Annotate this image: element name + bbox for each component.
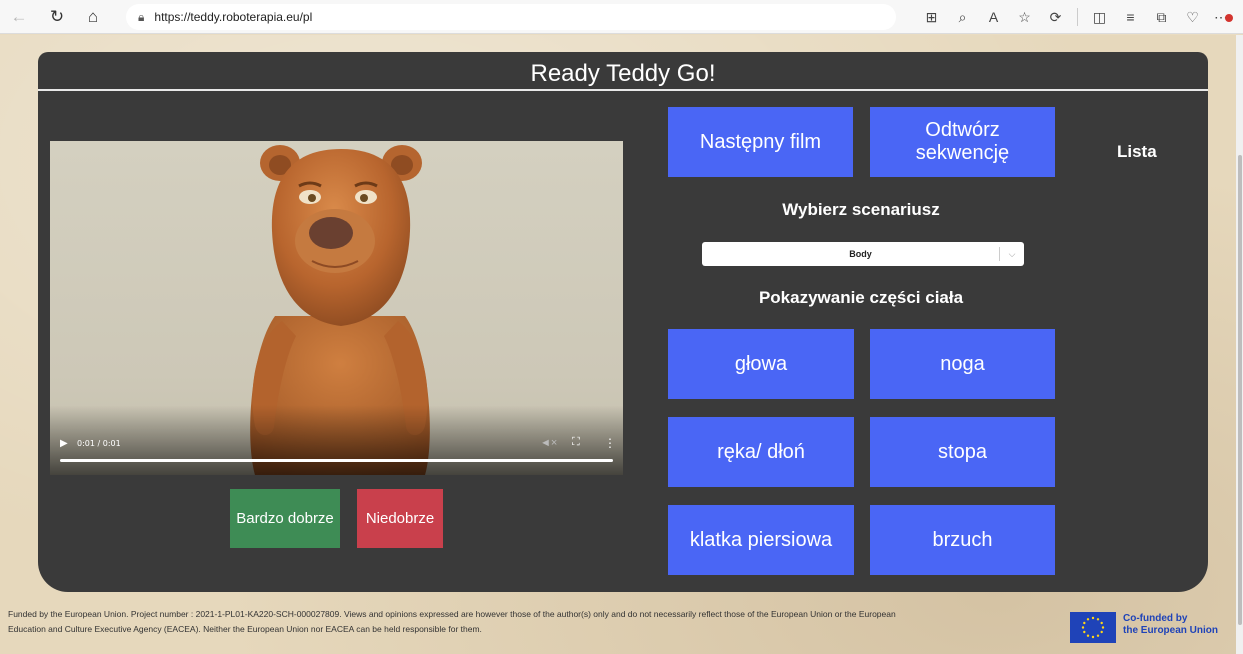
body-part-button-belly[interactable]: brzuch xyxy=(870,505,1055,575)
scenario-select[interactable]: Body ⌵ xyxy=(702,242,1024,266)
eu-cofunded-text: Co-funded by the European Union xyxy=(1123,613,1218,637)
very-good-button[interactable]: Bardzo dobrze xyxy=(230,489,340,548)
scrollbar-thumb[interactable] xyxy=(1238,155,1242,625)
body-part-button-leg[interactable]: noga xyxy=(870,329,1055,399)
url-text: https://teddy.roboterapia.eu/pl xyxy=(154,10,313,24)
body-part-button-head[interactable]: głowa xyxy=(668,329,854,399)
eu-flag-logo xyxy=(1070,612,1116,643)
zoom-icon[interactable]: ⌕ xyxy=(947,9,978,26)
fullscreen-icon[interactable]: ⛶ xyxy=(572,436,580,449)
chevron-down-icon: ⌵ xyxy=(1008,248,1016,259)
replay-sequence-button[interactable]: Odtwórz sekwencję xyxy=(870,107,1055,177)
body-part-button-foot[interactable]: stopa xyxy=(870,417,1055,487)
split-screen-icon[interactable]: ◫ xyxy=(1084,9,1115,26)
title-divider xyxy=(38,89,1208,91)
video-player[interactable]: ▶ 0:01 / 0:01 ◄× ⛶ ⋮ xyxy=(50,141,623,475)
scenario-label: Wybierz scenariusz xyxy=(782,200,940,219)
video-time: 0:01 / 0:01 xyxy=(77,439,121,448)
disclaimer-line-2: Education and Culture Executive Agency (… xyxy=(8,624,482,634)
read-aloud-icon[interactable]: A xyxy=(978,9,1009,25)
eu-stars-icon xyxy=(1081,616,1105,639)
toolbar-divider xyxy=(1077,8,1078,26)
main-panel: Ready Teddy Go! ▶ 0:01 / 0:01 ◄× ⛶ ⋮ Bar… xyxy=(38,52,1208,592)
address-bar[interactable]: 🔒︎ https://teddy.roboterapia.eu/pl xyxy=(126,4,896,30)
page-title: Ready Teddy Go! xyxy=(530,60,716,87)
not-good-button[interactable]: Niedobrze xyxy=(357,489,443,548)
notification-dot xyxy=(1225,13,1233,22)
mute-icon[interactable]: ◄× xyxy=(540,437,557,449)
section-label: Pokazywanie części ciała xyxy=(758,288,964,307)
collections-icon[interactable]: ⧉ xyxy=(1146,9,1177,26)
grid-icon[interactable]: ⊞ xyxy=(916,9,947,26)
browser-essentials-icon[interactable]: ♡ xyxy=(1177,9,1208,26)
extensions-icon[interactable]: ⟳ xyxy=(1040,9,1071,26)
favorite-icon[interactable]: ☆ xyxy=(1009,9,1040,26)
favorites-list-icon[interactable]: ≡ xyxy=(1115,9,1146,25)
body-part-button-hand[interactable]: ręka/ dłoń xyxy=(668,417,854,487)
scenario-select-value: Body xyxy=(849,249,872,259)
scrollbar[interactable] xyxy=(1236,35,1243,654)
browser-actions: ⊞ ⌕ A ☆ ⟳ ◫ ≡ ⧉ ♡ ⋯ xyxy=(916,4,1239,30)
video-controls: ▶ 0:01 / 0:01 ◄× ⛶ ⋮ xyxy=(50,435,623,475)
eu-text-line-2: the European Union xyxy=(1123,625,1218,636)
refresh-icon[interactable]: ↻ xyxy=(44,4,70,30)
back-icon[interactable]: ← xyxy=(6,4,32,30)
disclaimer-line-1: Funded by the European Union. Project nu… xyxy=(8,609,896,619)
browser-toolbar: ← ↻ ⌂ 🔒︎ https://teddy.roboterapia.eu/pl… xyxy=(0,0,1243,34)
home-icon[interactable]: ⌂ xyxy=(80,4,106,30)
lock-icon[interactable]: 🔒︎ xyxy=(138,10,144,25)
list-link[interactable]: Lista xyxy=(1117,142,1157,162)
video-more-icon[interactable]: ⋮ xyxy=(604,436,616,450)
play-icon[interactable]: ▶ xyxy=(60,438,68,449)
body-part-button-chest[interactable]: klatka piersiowa xyxy=(668,505,854,575)
video-progress-bar[interactable] xyxy=(60,459,613,462)
more-icon[interactable]: ⋯ xyxy=(1208,9,1239,26)
next-video-button[interactable]: Następny film xyxy=(668,107,853,177)
eu-text-line-1: Co-funded by xyxy=(1123,613,1188,624)
funding-disclaimer: Funded by the European Union. Project nu… xyxy=(8,607,1058,637)
